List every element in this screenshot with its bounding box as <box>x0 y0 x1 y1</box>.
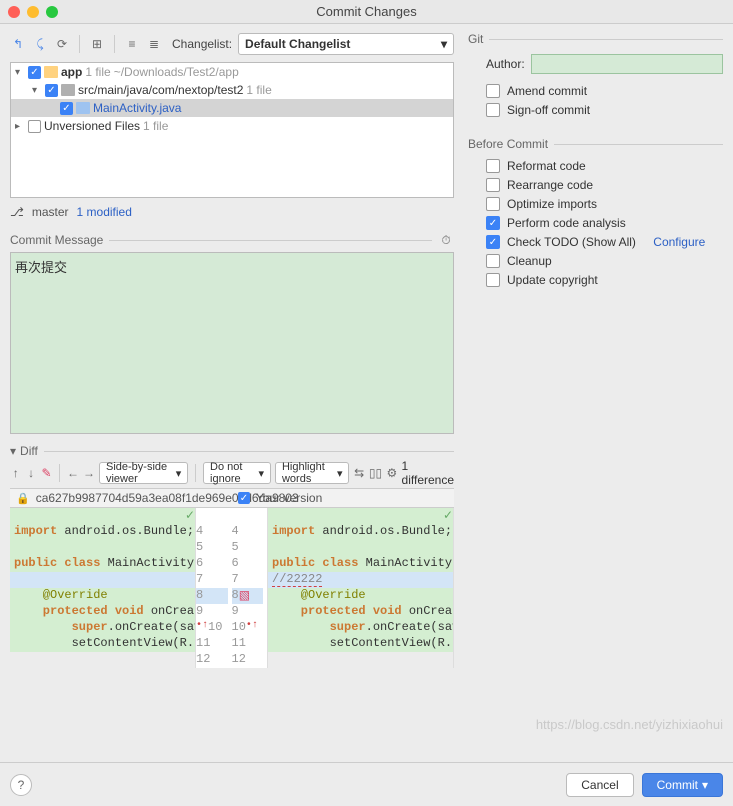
diff-icon[interactable]: ⤹ <box>32 36 48 52</box>
diff-body: ✓ import import android.os.Bundle;androi… <box>10 508 454 668</box>
collapse-icon[interactable]: ≣ <box>146 36 162 52</box>
your-version-checkbox[interactable]: ✓ <box>238 492 250 504</box>
diff-gutter: 4 5 6 7 8 9 •↑ 10 11 12 4 5 6 7 8 ▧ <box>196 508 268 668</box>
branch-name: master <box>32 205 69 219</box>
arrow-right-icon[interactable]: → <box>83 465 95 481</box>
before-commit-title: Before Commit <box>468 137 723 151</box>
chevron-down-icon: ▾ <box>441 37 447 51</box>
branch-bar: ⎇ master 1 modified <box>10 202 454 222</box>
module-icon <box>44 66 58 78</box>
expand-arrow-icon[interactable]: ▾ <box>32 85 42 96</box>
diff-left-pane[interactable]: ✓ import import android.os.Bundle;androi… <box>10 508 196 668</box>
diff-file-header: 🔒 ca627b9987704d59a3ea08f1de969e08d6da98… <box>10 488 454 508</box>
watermark: https://blog.csdn.net/yizhixiaohui <box>536 717 723 732</box>
checkbox-unversioned[interactable] <box>28 120 41 133</box>
author-input[interactable] <box>531 54 723 74</box>
window-title: Commit Changes <box>0 4 733 19</box>
lock-icon: 🔒 <box>16 492 30 505</box>
sync-scroll-icon[interactable]: ▯▯ <box>369 465 382 481</box>
diff-toolbar: ↑ ↓ ✎ ← → Side-by-side viewer▾ Do not ig… <box>10 458 454 488</box>
cancel-button[interactable]: Cancel <box>566 773 633 797</box>
tree-node-file[interactable]: ✓ MainActivity.java <box>11 99 453 117</box>
changelist-label: Changelist: <box>172 37 232 51</box>
rearrange-checkbox[interactable] <box>486 178 500 192</box>
checkbox-app[interactable]: ✓ <box>28 66 41 79</box>
git-section-title: Git <box>468 32 723 46</box>
expand-icon[interactable]: ≡ <box>124 36 140 52</box>
close-window-button[interactable] <box>8 6 20 18</box>
highlighter-icon[interactable]: ✎ <box>41 465 52 481</box>
tree-node-src[interactable]: ▾ ✓ src/main/java/com/nextop/test2 1 fil… <box>11 81 453 99</box>
gear-icon[interactable]: ⚙ <box>386 465 397 481</box>
highlight-combo[interactable]: Highlight words▾ <box>275 462 349 484</box>
configure-link[interactable]: Configure <box>653 235 705 249</box>
cleanup-checkbox[interactable] <box>486 254 500 268</box>
diff-header[interactable]: ▾ Diff <box>10 444 454 458</box>
expand-arrow-icon[interactable]: ▾ <box>15 67 25 78</box>
reformat-checkbox[interactable] <box>486 159 500 173</box>
copyright-checkbox[interactable] <box>486 273 500 287</box>
diff-right-pane[interactable]: ✓ import android.os.Bundle; public class… <box>268 508 454 668</box>
collapse-all-icon[interactable]: ⇆ <box>353 465 364 481</box>
tree-node-unversioned[interactable]: ▸ Unversioned Files 1 file <box>11 117 453 135</box>
arrow-up-icon[interactable]: ↑ <box>10 465 21 481</box>
viewer-mode-combo[interactable]: Side-by-side viewer▾ <box>99 462 188 484</box>
todo-checkbox[interactable]: ✓ <box>486 235 500 249</box>
tree-node-app[interactable]: ▾ ✓ app 1 file ~/Downloads/Test2/app <box>11 63 453 81</box>
history-icon[interactable]: ⏱ <box>438 232 454 248</box>
diff-count: 1 difference <box>402 459 454 487</box>
maximize-window-button[interactable] <box>46 6 58 18</box>
optimize-checkbox[interactable] <box>486 197 500 211</box>
titlebar: Commit Changes <box>0 0 733 24</box>
author-label: Author: <box>486 57 525 71</box>
collapse-arrow-icon[interactable]: ▾ <box>10 444 16 458</box>
commit-message-input[interactable] <box>10 252 454 434</box>
amend-checkbox[interactable] <box>486 84 500 98</box>
commit-toolbar: ↰ ⤹ ⟳ ⊞ ≡ ≣ Changelist: Default Changeli… <box>10 30 454 58</box>
expand-arrow-icon[interactable]: ▸ <box>15 121 25 132</box>
branch-icon: ⎇ <box>10 205 24 219</box>
group-icon[interactable]: ⊞ <box>89 36 105 52</box>
java-file-icon <box>76 102 90 114</box>
revert-icon[interactable]: ↰ <box>10 36 26 52</box>
arrow-left-icon[interactable]: ← <box>67 465 79 481</box>
ignore-combo[interactable]: Do not ignore▾ <box>203 462 271 484</box>
folder-icon <box>61 84 75 96</box>
modified-link[interactable]: 1 modified <box>77 205 132 219</box>
minimize-window-button[interactable] <box>27 6 39 18</box>
changelist-combo[interactable]: Default Changelist ▾ <box>238 33 454 55</box>
refresh-icon[interactable]: ⟳ <box>54 36 70 52</box>
checkbox-src[interactable]: ✓ <box>45 84 58 97</box>
arrow-down-icon[interactable]: ↓ <box>25 465 36 481</box>
chevron-down-icon: ▾ <box>702 778 708 792</box>
signoff-checkbox[interactable] <box>486 103 500 117</box>
analysis-checkbox[interactable]: ✓ <box>486 216 500 230</box>
your-version-label: Your version <box>256 491 322 505</box>
dialog-footer: ? Cancel Commit▾ <box>0 762 733 806</box>
file-tree[interactable]: ▾ ✓ app 1 file ~/Downloads/Test2/app ▾ ✓… <box>10 62 454 198</box>
commit-button[interactable]: Commit▾ <box>642 773 723 797</box>
commit-message-header: Commit Message ⏱ <box>10 232 454 248</box>
help-button[interactable]: ? <box>10 774 32 796</box>
checkbox-file[interactable]: ✓ <box>60 102 73 115</box>
